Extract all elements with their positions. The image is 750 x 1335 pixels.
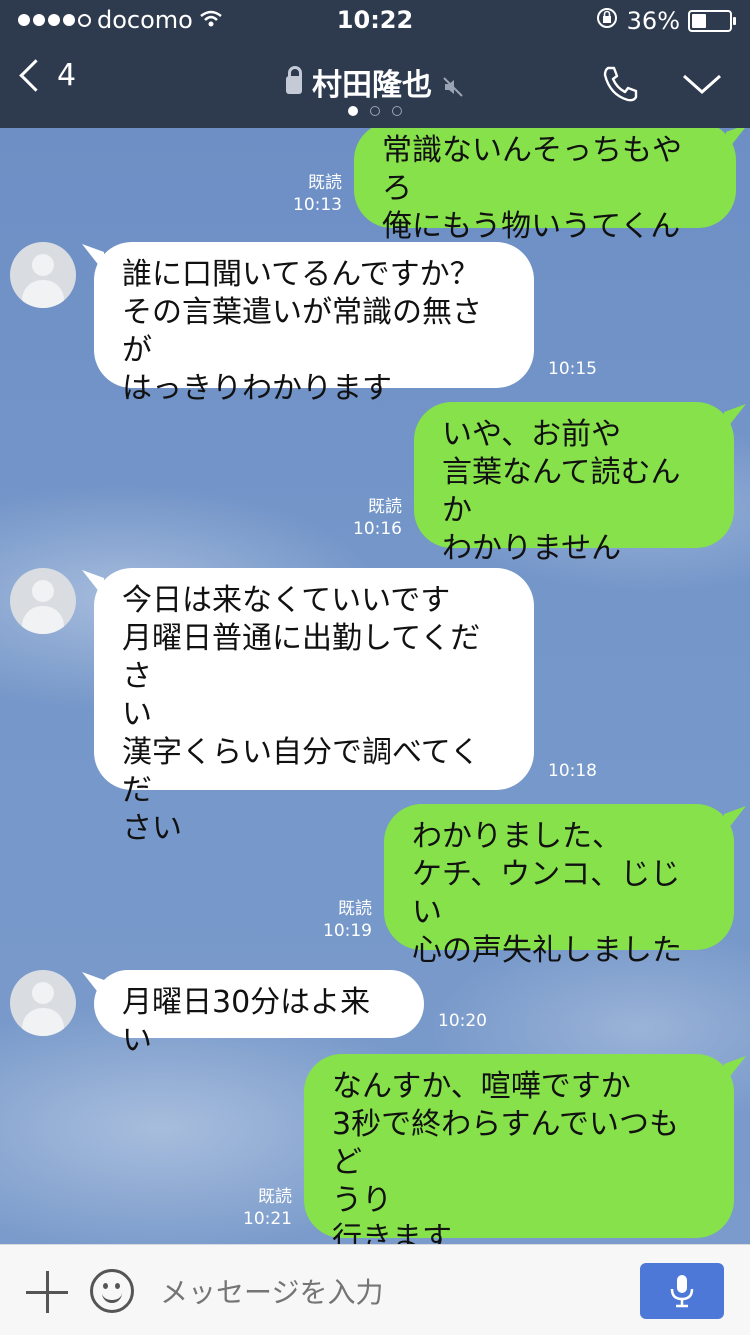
chat-area[interactable]: 常識ないんそっちもやろ 俺にもう物いうてくんな 既読 10:13 誰に口聞いてる… <box>0 128 750 1244</box>
chat-header: 4 村田隆也 <box>0 40 750 128</box>
page-indicator <box>0 106 750 116</box>
emoji-icon[interactable] <box>90 1269 134 1313</box>
read-receipt: 既読 <box>368 497 402 517</box>
message-meta: 既読 10:19 <box>320 898 372 942</box>
read-receipt: 既読 <box>308 173 342 193</box>
lock-icon <box>286 66 302 94</box>
message-time: 10:15 <box>548 359 597 379</box>
microphone-icon <box>670 1275 694 1308</box>
message-time: 10:20 <box>438 1011 487 1031</box>
incoming-message-bubble[interactable]: 誰に口聞いてるんですか？ その言葉遣いが常識の無さが はっきりわかります <box>94 242 534 406</box>
message-meta: 既読 10:21 <box>240 1186 292 1230</box>
message-meta: 既読 10:13 <box>290 172 342 216</box>
contact-name: 村田隆也 <box>312 68 432 103</box>
incoming-message-bubble[interactable]: 今日は来なくていいです 月曜日普通に出勤してくださ い 漢字くらい自分で調べてく… <box>94 568 534 846</box>
top-bar: docomo 10:22 36% 4 村田隆也 <box>0 0 750 128</box>
avatar[interactable] <box>10 970 76 1036</box>
avatar[interactable] <box>10 568 76 634</box>
message-time: 10:16 <box>353 519 402 539</box>
outgoing-message-bubble[interactable]: わかりました、 ケチ、ウンコ、じじい 心の声失礼しました <box>384 804 734 968</box>
message-time: 10:19 <box>323 921 372 941</box>
rotation-lock-icon <box>595 6 619 36</box>
mute-icon <box>442 71 464 97</box>
menu-toggle-button[interactable] <box>680 62 724 106</box>
chevron-down-icon <box>683 74 721 95</box>
read-receipt: 既読 <box>258 1187 292 1207</box>
message-time: 10:21 <box>243 1209 292 1229</box>
message-meta: 既読 10:16 <box>350 496 402 540</box>
message-input-bar <box>0 1244 750 1335</box>
status-right: 36% <box>595 6 736 36</box>
status-bar: docomo 10:22 36% <box>0 0 750 40</box>
avatar[interactable] <box>10 242 76 308</box>
phone-icon <box>603 66 638 102</box>
incoming-message-bubble[interactable]: 月曜日30分はよ来い <box>94 970 424 1058</box>
battery-icon <box>688 10 736 32</box>
read-receipt: 既読 <box>338 899 372 919</box>
voice-input-button[interactable] <box>640 1263 724 1319</box>
outgoing-message-bubble[interactable]: 常識ないんそっちもやろ 俺にもう物いうてくんな <box>354 128 736 282</box>
outgoing-message-bubble[interactable]: なんすか、喧嘩ですか 3秒で終わらすんでいつもど うり 行きます <box>304 1054 734 1244</box>
plus-icon[interactable] <box>26 1271 68 1313</box>
call-button[interactable] <box>598 62 642 106</box>
outgoing-message-bubble[interactable]: いや、お前や 言葉なんて読むんか わかりません <box>414 402 734 566</box>
message-input[interactable] <box>158 1273 622 1311</box>
message-time: 10:18 <box>548 761 597 781</box>
battery-percent: 36% <box>626 7 680 35</box>
message-time: 10:13 <box>293 195 342 215</box>
